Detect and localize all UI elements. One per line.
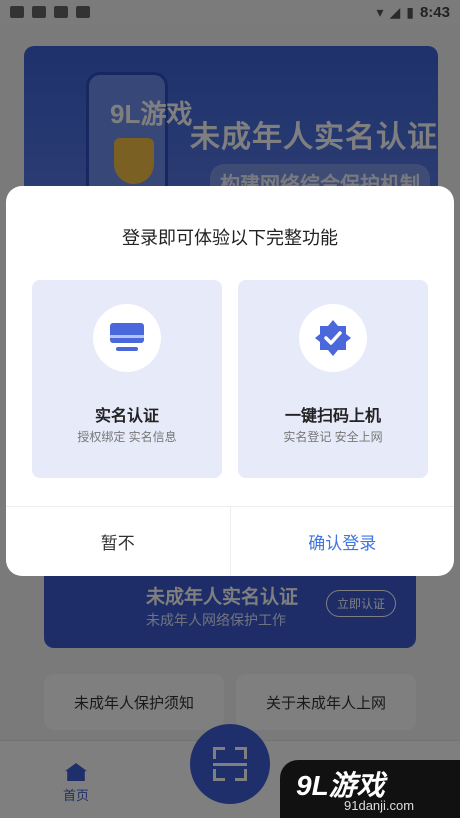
- monitor-icon: [110, 323, 144, 351]
- dialog-title: 登录即可体验以下完整功能: [122, 228, 338, 248]
- watermark-site: 91danji.com: [344, 798, 415, 813]
- feature-card-scan-login: 一键扫码上机 实名登记 安全上网: [238, 280, 428, 478]
- feature-title: 实名认证: [94, 408, 159, 425]
- login-dialog: 登录即可体验以下完整功能 实名认证 授权绑定 实名信息 一键扫码上机 实名登记 …: [6, 186, 454, 576]
- dialog-actions: 暂不 确认登录: [6, 506, 454, 576]
- feature-icon-circle: [93, 304, 161, 372]
- feature-desc: 授权绑定 实名信息: [77, 430, 177, 444]
- confirm-login-button[interactable]: 确认登录: [231, 507, 455, 576]
- feature-icon-circle: [299, 304, 367, 372]
- badge-check-icon: [315, 320, 351, 356]
- watermark: 9L游戏 91danji.com: [280, 760, 460, 818]
- feature-title: 一键扫码上机: [284, 408, 381, 425]
- feature-card-real-name: 实名认证 授权绑定 实名信息: [32, 280, 222, 478]
- not-now-button[interactable]: 暂不: [6, 507, 231, 576]
- feature-desc: 实名登记 安全上网: [283, 430, 383, 444]
